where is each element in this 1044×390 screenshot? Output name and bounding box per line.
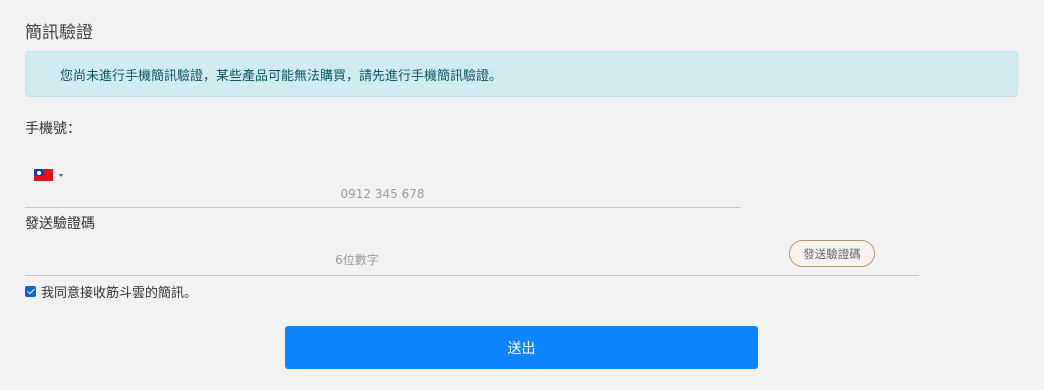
verification-alert: 您尚未進行手機簡訊驗證，某些產品可能無法購買，請先進行手機簡訊驗證。: [25, 51, 1018, 97]
sms-verification-page: 簡訊驗證 您尚未進行手機簡訊驗證，某些產品可能無法購買，請先進行手機簡訊驗證。 …: [0, 0, 1044, 390]
caret-down-icon: [59, 173, 63, 177]
code-label: 發送驗證碼: [25, 216, 95, 232]
agreement-checkbox[interactable]: [25, 286, 36, 297]
phone-input[interactable]: [25, 180, 740, 208]
agreement-row[interactable]: 我同意接收筋斗雲的簡訊。: [25, 282, 197, 301]
submit-button[interactable]: 送出: [285, 326, 758, 369]
alert-message: 您尚未進行手機簡訊驗證，某些產品可能無法購買，請先進行手機簡訊驗證。: [60, 69, 503, 84]
phone-label: 手機號：: [25, 121, 81, 137]
verification-code-input[interactable]: [25, 245, 919, 276]
send-code-button[interactable]: 發送驗證碼: [789, 240, 875, 267]
agreement-label: 我同意接收筋斗雲的簡訊。: [41, 286, 198, 301]
page-title: 簡訊驗證: [25, 23, 93, 43]
